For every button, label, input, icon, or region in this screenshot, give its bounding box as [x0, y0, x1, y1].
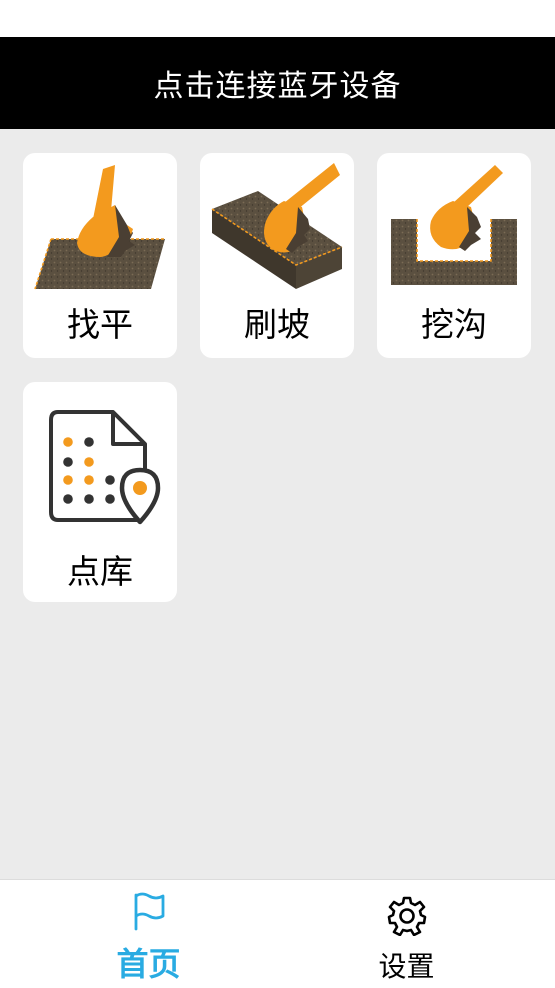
flag-icon — [134, 892, 164, 931]
bottom-tab-bar: 首页 设置 — [0, 879, 555, 988]
excavator-trench-icon — [391, 165, 517, 285]
card-slope[interactable]: 刷坡 — [200, 153, 354, 358]
point-library-icon — [49, 410, 161, 525]
tab-home-label: 首页 — [116, 945, 181, 983]
card-label-leveling: 找平 — [67, 305, 133, 344]
card-label-point-library: 点库 — [67, 552, 133, 591]
gear-icon — [387, 896, 426, 936]
tab-home[interactable]: 首页 — [10, 880, 287, 988]
excavator-slope-icon — [211, 163, 343, 289]
card-point-library[interactable]: 点库 — [23, 382, 177, 602]
function-grid: 找平 刷坡 挖沟 点库 — [0, 129, 555, 879]
card-label-trench: 挖沟 — [421, 305, 487, 344]
status-bar — [0, 0, 555, 37]
excavator-leveling-icon — [34, 165, 165, 290]
card-trench[interactable]: 挖沟 — [377, 153, 531, 358]
card-leveling[interactable]: 找平 — [23, 153, 177, 358]
page-title[interactable]: 点击连接蓝牙设备 — [154, 61, 402, 105]
tab-settings[interactable]: 设置 — [268, 880, 545, 988]
tab-settings-label: 设置 — [378, 950, 435, 983]
card-label-slope: 刷坡 — [244, 305, 310, 344]
connect-bluetooth-header[interactable]: 点击连接蓝牙设备 — [0, 37, 555, 129]
